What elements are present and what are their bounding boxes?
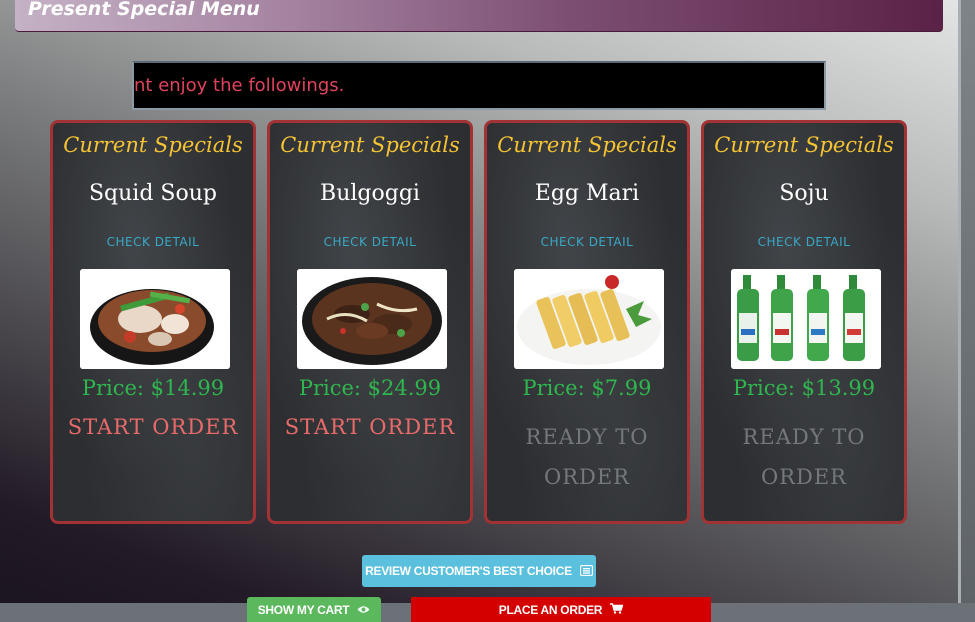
soju-bottles-photo <box>731 269 881 369</box>
start-order-button[interactable]: START ORDER <box>270 415 470 439</box>
ready-to-order-status: READY TO ORDER <box>742 425 866 489</box>
card-dish-name: Egg Mari <box>534 181 640 206</box>
card-dish-name: Bulgoggi <box>320 181 420 206</box>
card-price: Price: $14.99 <box>81 376 225 400</box>
page-title: Present Special Menu <box>28 0 260 20</box>
card-price: Price: $13.99 <box>732 376 876 400</box>
review-button-label: REVIEW CUSTOMER'S BEST CHOICE <box>365 564 572 578</box>
card-price: Price: $24.99 <box>298 376 442 400</box>
marquee-text: nt enjoy the followings. <box>134 75 345 96</box>
special-card-bulgogi: Current Specials Bulgoggi CHECK DETAIL P… <box>267 120 473 524</box>
card-label: Current Specials <box>714 133 894 157</box>
squid-soup-photo <box>80 269 230 369</box>
eye-icon <box>357 597 370 622</box>
bulgogi-photo <box>297 269 447 369</box>
check-detail-link[interactable]: CHECK DETAIL <box>487 235 687 249</box>
ready-to-order-status: READY TO ORDER <box>525 425 649 489</box>
check-detail-link[interactable]: CHECK DETAIL <box>704 235 904 249</box>
show-cart-label: SHOW MY CART <box>257 603 350 617</box>
card-price: Price: $7.99 <box>522 376 652 400</box>
place-order-label: PLACE AN ORDER <box>498 603 603 617</box>
special-card-egg-mari: Current Specials Egg Mari CHECK DETAIL P… <box>484 120 690 524</box>
window-right-edge <box>958 0 975 622</box>
card-label: Current Specials <box>63 133 243 157</box>
egg-roll-photo <box>514 269 664 369</box>
check-detail-link[interactable]: CHECK DETAIL <box>53 235 253 249</box>
special-card-squid-soup: Current Specials Squid Soup CHECK DETAIL… <box>50 120 256 524</box>
place-order-button[interactable]: PLACE AN ORDER <box>411 597 711 622</box>
window-edge-line <box>958 0 961 604</box>
card-label: Current Specials <box>280 133 460 157</box>
special-card-soju: Current Specials Soju CHECK DETAIL Price… <box>701 120 907 524</box>
show-my-cart-button[interactable]: SHOW MY CART <box>247 597 381 622</box>
start-order-button[interactable]: START ORDER <box>53 415 253 439</box>
cart-icon <box>610 597 624 622</box>
card-label: Current Specials <box>497 133 677 157</box>
header-bar: Present Special Menu <box>15 0 943 32</box>
review-best-choice-button[interactable]: REVIEW CUSTOMER'S BEST CHOICE <box>362 555 596 587</box>
list-icon <box>579 556 593 588</box>
marquee-banner: nt enjoy the followings. <box>132 61 826 110</box>
card-dish-name: Squid Soup <box>88 181 217 206</box>
card-dish-name: Soju <box>779 181 829 206</box>
check-detail-link[interactable]: CHECK DETAIL <box>270 235 470 249</box>
